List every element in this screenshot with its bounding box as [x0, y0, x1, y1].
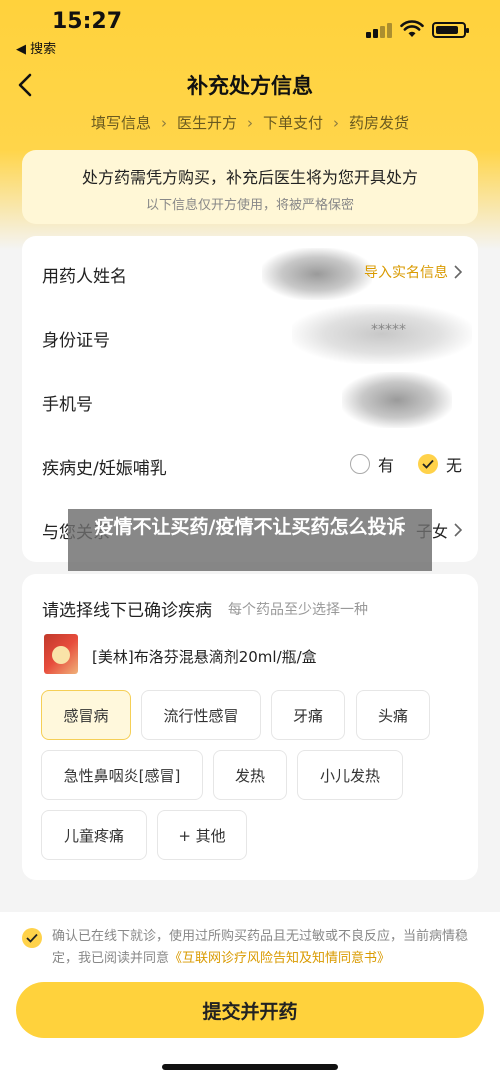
consent-link[interactable]: 《互联网诊疗风险告知及知情同意书》 — [169, 951, 390, 966]
tag-toothache[interactable]: 牙痛 — [271, 690, 345, 740]
chevron-right-icon — [454, 523, 462, 537]
drug-thumbnail — [44, 634, 78, 674]
notice-main-text: 处方药需凭方购买，补充后医生将为您开具处方 — [81, 168, 418, 187]
diagnosis-hint: 每个药品至少选择一种 — [228, 602, 368, 618]
tag-child-pain[interactable]: 儿童疼痛 — [41, 810, 147, 860]
home-indicator — [162, 1064, 338, 1070]
step-shipping: 药房发货 — [349, 114, 410, 132]
signal-icon — [366, 22, 392, 38]
id-row[interactable]: 身份证号 ***** — [42, 304, 472, 368]
history-label: 疾病史/妊娠哺乳 — [42, 459, 167, 479]
tag-cold[interactable]: 感冒病 — [41, 690, 131, 740]
history-no-label: 无 — [445, 456, 462, 475]
notice-sub-text: 以下信息仅开方使用，将被严格保密 — [145, 198, 354, 213]
import-realname-link[interactable]: 导入实名信息 — [364, 262, 462, 282]
step-arrow-icon: › — [333, 113, 340, 132]
history-yes-label: 有 — [377, 456, 394, 475]
overlay-banner: 疫情不让买药/疫情不让买药怎么投诉 — [68, 509, 432, 571]
phone-label: 手机号 — [42, 395, 93, 415]
history-no-option[interactable]: 无 — [417, 452, 462, 476]
submit-button[interactable]: 提交并开药 — [16, 982, 484, 1038]
name-row[interactable]: 用药人姓名 导入实名信息 — [42, 240, 462, 304]
wifi-icon — [400, 20, 424, 37]
battery-icon — [432, 22, 469, 38]
tag-headache[interactable]: 头痛 — [356, 690, 430, 740]
status-time: 15:27 — [52, 9, 123, 34]
diagnosis-card: 请选择线下已确诊疾病 每个药品至少选择一种 [美林]布洛芬混悬滴剂20ml/瓶/… — [22, 574, 478, 880]
step-doctor: 医生开方 — [176, 114, 237, 132]
step-arrow-icon: › — [247, 113, 253, 132]
phone-row[interactable]: 手机号 — [42, 368, 462, 432]
tag-influenza[interactable]: 流行性感冒 — [141, 690, 261, 740]
status-bar: 15:27 ◀ 搜索 — [0, 0, 500, 62]
history-yes-option[interactable]: 有 — [349, 452, 394, 476]
prescription-notice: 处方药需凭方购买，补充后医生将为您开具处方 以下信息仅开方使用，将被严格保密 — [22, 150, 478, 224]
radio-unchecked-icon — [349, 454, 370, 474]
progress-steps: 填写信息 › 医生开方 › 下单支付 › 药房发货 — [0, 112, 500, 133]
chevron-right-icon — [454, 265, 462, 279]
check-icon — [26, 933, 38, 943]
tag-nasopharyngitis[interactable]: 急性鼻咽炎[感冒] — [41, 750, 203, 800]
history-radio-group: 有 无 — [349, 452, 462, 476]
name-label: 用药人姓名 — [42, 267, 127, 287]
step-fill-info: 填写信息 — [90, 114, 151, 132]
phone-value-redacted — [342, 372, 452, 428]
history-row: 疾病史/妊娠哺乳 有 无 — [42, 432, 462, 496]
page-title: 补充处方信息 — [187, 74, 313, 98]
back-to-app-link[interactable]: ◀ 搜索 — [16, 38, 56, 57]
import-realname-label: 导入实名信息 — [364, 265, 448, 281]
agreement-text: 确认已在线下就诊，使用过所购买药品且无过敏或不良反应，当前病情稳定，我已阅读并同… — [52, 926, 492, 970]
step-arrow-icon: › — [160, 113, 167, 132]
id-label: 身份证号 — [42, 331, 110, 351]
name-value-redacted — [262, 248, 372, 300]
drug-name: [美林]布洛芬混悬滴剂20ml/瓶/盒 — [92, 648, 317, 666]
step-payment: 下单支付 — [263, 114, 324, 132]
tag-child-fever[interactable]: 小儿发热 — [297, 750, 403, 800]
tag-fever[interactable]: 发热 — [213, 750, 287, 800]
id-value-redacted — [292, 304, 472, 364]
agreement-checkbox[interactable] — [22, 928, 42, 948]
tag-other-button[interactable]: + 其他 — [157, 810, 247, 860]
diagnosis-title: 请选择线下已确诊疾病 — [42, 601, 212, 621]
radio-checked-icon — [417, 454, 438, 474]
